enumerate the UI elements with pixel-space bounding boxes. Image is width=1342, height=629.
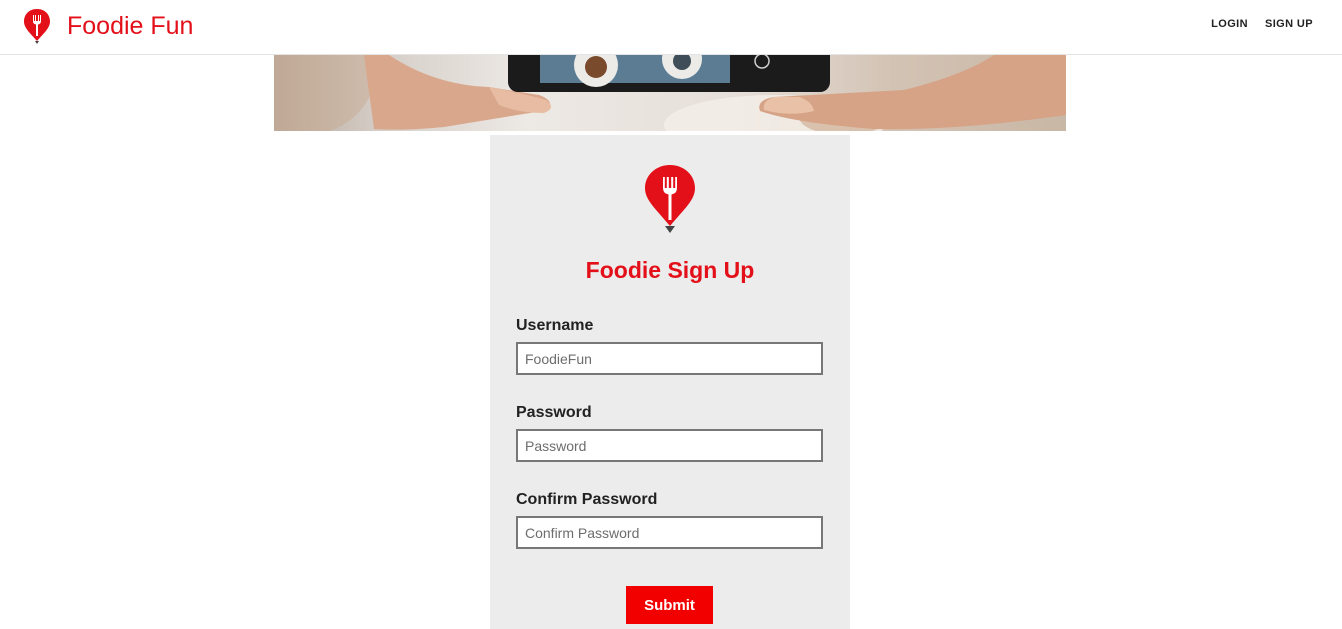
- nav-login-link[interactable]: LOGIN: [1211, 18, 1248, 30]
- password-label: Password: [516, 404, 592, 421]
- username-label: Username: [516, 317, 594, 334]
- top-navbar: Foodie Fun LOGIN SIGN UP: [0, 0, 1342, 55]
- username-input[interactable]: [516, 342, 823, 375]
- signup-form-card: Foodie Sign Up Username Password Confirm…: [490, 135, 850, 629]
- header-nav: LOGIN SIGN UP: [1211, 18, 1313, 30]
- confirm-password-input[interactable]: [516, 516, 823, 549]
- brand-logo[interactable]: Foodie Fun: [22, 8, 193, 44]
- fork-pin-icon: [24, 9, 50, 44]
- hero-banner-image: [274, 55, 1066, 131]
- form-title: Foodie Sign Up: [585, 257, 755, 283]
- submit-button[interactable]: Submit: [626, 586, 713, 624]
- phone-photo-of-food-image: [274, 55, 1066, 131]
- confirm-password-label: Confirm Password: [516, 491, 658, 508]
- fork-pin-icon: [645, 165, 695, 233]
- password-input[interactable]: [516, 429, 823, 462]
- nav-signup-link[interactable]: SIGN UP: [1265, 18, 1313, 30]
- brand-name: Foodie Fun: [67, 12, 194, 40]
